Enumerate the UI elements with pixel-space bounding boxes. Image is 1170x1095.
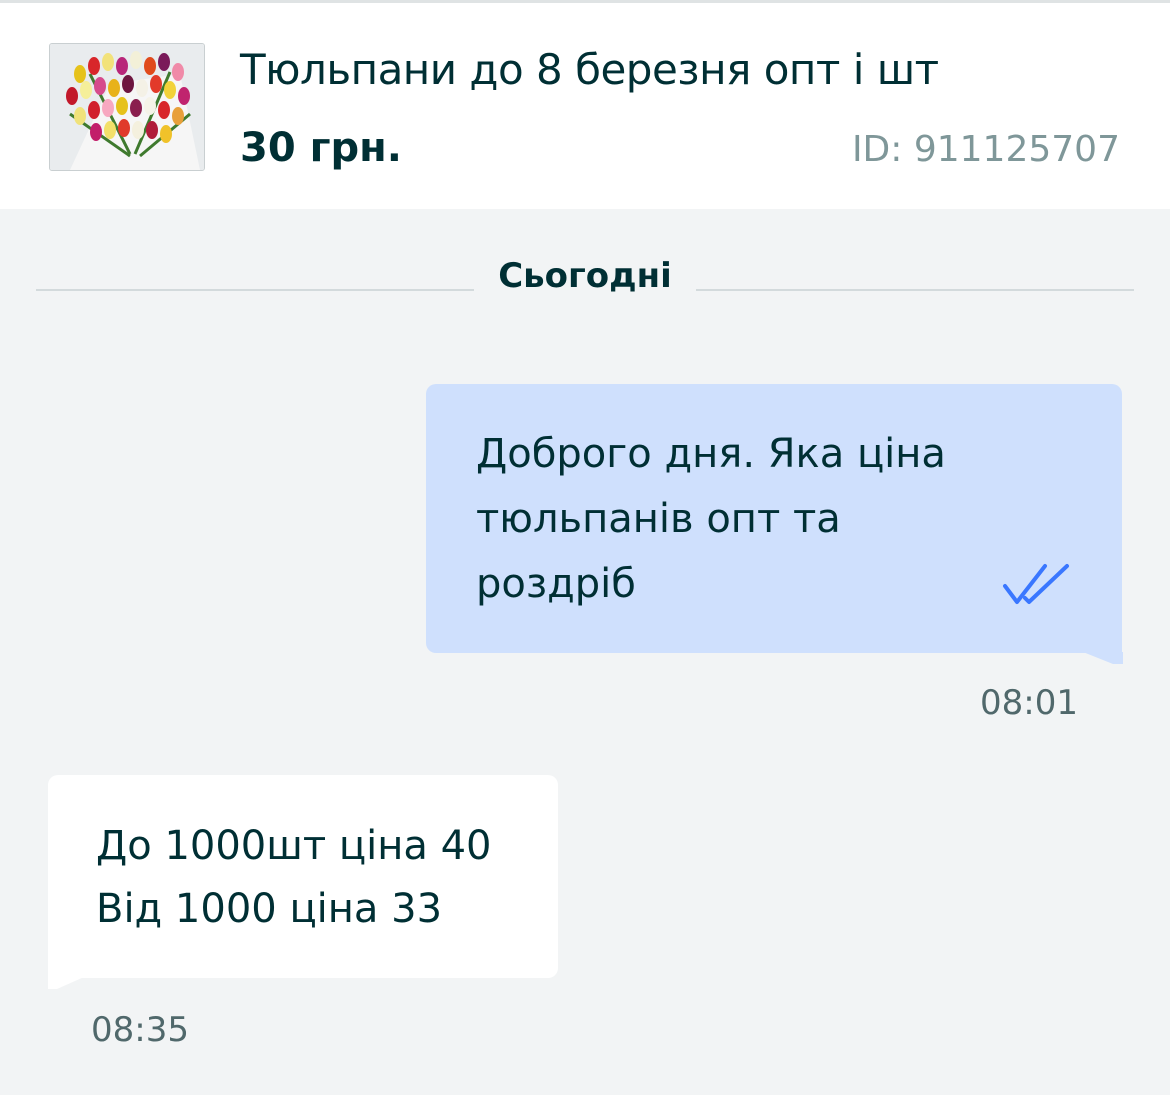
- incoming-message-bubble[interactable]: До 1000шт ціна 40 Від 1000 ціна 33: [48, 775, 558, 978]
- incoming-message-text: До 1000шт ціна 40 Від 1000 ціна 33: [96, 815, 536, 941]
- message-line: Доброго дня. Яка ціна: [476, 431, 946, 477]
- listing-price: 30 грн.: [240, 125, 402, 171]
- outgoing-message-text: Доброго дня. Яка ціна тюльпанів опт та р…: [476, 422, 1036, 617]
- incoming-message-time: 08:35: [91, 1010, 189, 1050]
- listing-title[interactable]: Тюльпани до 8 березня опт і шт: [240, 45, 939, 94]
- double-check-icon: [1003, 564, 1069, 604]
- message-line: До 1000шт ціна 40: [96, 823, 492, 869]
- tulip-bouquet-image: [50, 44, 204, 170]
- message-line: тюльпанів опт та: [476, 496, 841, 542]
- outgoing-message-time: 08:01: [980, 683, 1078, 723]
- listing-id: ID: 911125707: [851, 129, 1120, 170]
- listing-thumbnail[interactable]: [49, 43, 205, 171]
- outgoing-bubble-tail: [1083, 652, 1123, 664]
- listing-header[interactable]: Тюльпани до 8 березня опт і шт 30 грн. I…: [0, 3, 1170, 209]
- message-line: роздріб: [476, 561, 636, 607]
- outgoing-message-bubble[interactable]: Доброго дня. Яка ціна тюльпанів опт та р…: [426, 384, 1122, 653]
- day-divider-right: [696, 289, 1134, 291]
- incoming-bubble-tail: [48, 977, 84, 989]
- message-line: Від 1000 ціна 33: [96, 886, 443, 932]
